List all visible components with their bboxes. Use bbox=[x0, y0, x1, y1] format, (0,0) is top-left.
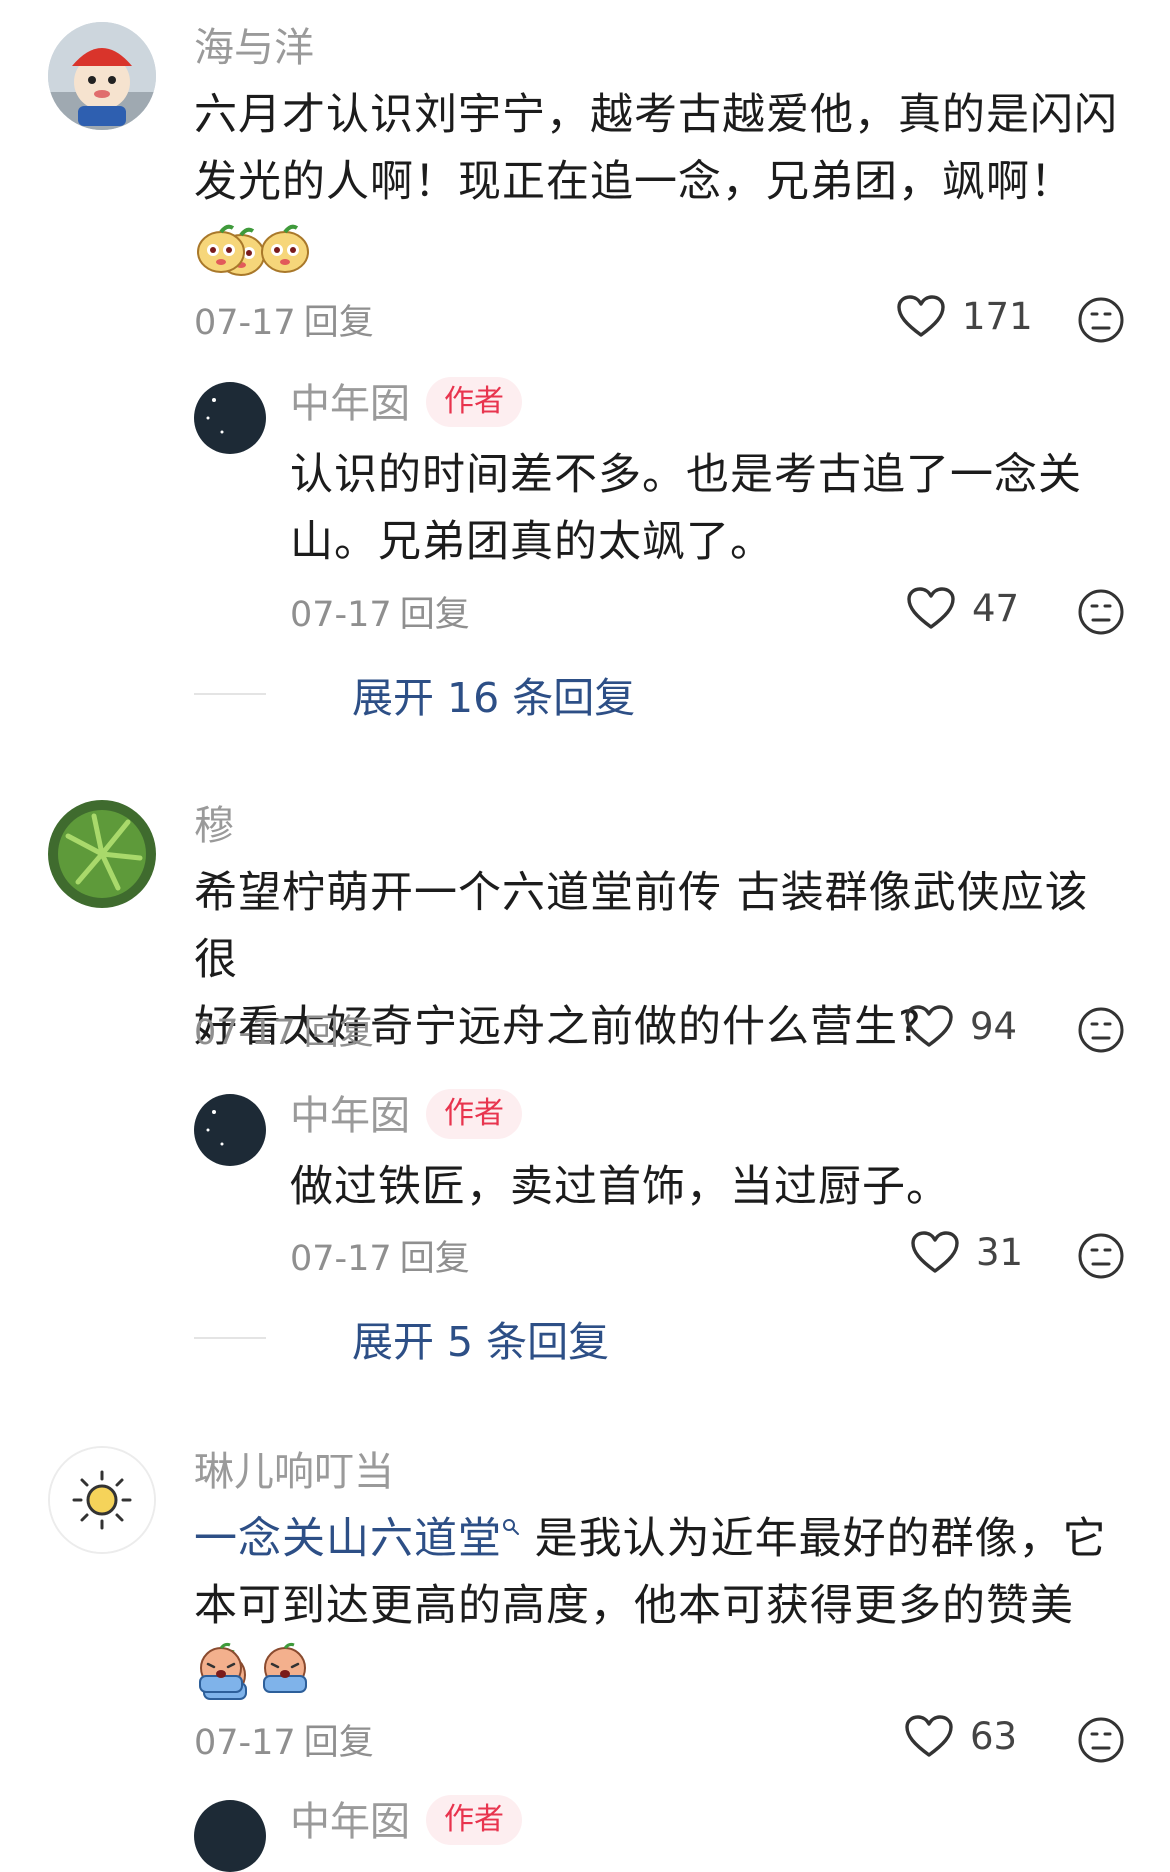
avatar[interactable] bbox=[194, 1094, 266, 1166]
comment-text-line-content: 本可到达更高的高度，他本可获得更多的赞美 bbox=[194, 1581, 1074, 1631]
avatar[interactable] bbox=[48, 1446, 156, 1554]
avatar[interactable] bbox=[48, 22, 156, 130]
emoji-row bbox=[194, 1642, 316, 1696]
reply-date: 07-17 bbox=[290, 595, 392, 635]
divider bbox=[194, 1337, 266, 1339]
author-badge: 作者 bbox=[426, 377, 522, 427]
reply-author-name-text[interactable]: 中年囡 bbox=[290, 381, 410, 427]
reply-button[interactable]: 回复 bbox=[304, 1013, 374, 1053]
comment-date: 07-17 bbox=[194, 1013, 296, 1053]
reply-date: 07-17 bbox=[290, 1239, 392, 1279]
reply-text: 认识的时间差不多。也是考古追了一念关 山。兄弟团真的太飒了。 bbox=[290, 442, 1120, 576]
comment-text-line: 六月才认识刘宇宁，越考古越爱他，真的是闪闪 bbox=[194, 90, 1118, 140]
comment-meta: 07-17 回复 bbox=[194, 1004, 374, 1055]
author-badge: 作者 bbox=[426, 1089, 522, 1139]
comment-author-name[interactable]: 穆 bbox=[194, 802, 234, 850]
expand-replies-label: 展开 16 条回复 bbox=[352, 674, 636, 722]
like-button[interactable]: 31 bbox=[910, 1230, 1023, 1274]
like-count: 94 bbox=[970, 1004, 1018, 1048]
comment-text: 一念关山六道堂 是我认为近年最好的群像，它 本可到达更高的高度，他本可获得更多的… bbox=[194, 1506, 1124, 1707]
avatar[interactable] bbox=[48, 800, 156, 908]
crying-emoji-icon bbox=[263, 1642, 307, 1693]
emoji-row bbox=[194, 222, 316, 276]
expand-replies-button[interactable]: 展开 16 条回复 bbox=[194, 664, 635, 724]
like-count: 47 bbox=[972, 586, 1020, 630]
dislike-face-icon[interactable] bbox=[1077, 296, 1125, 344]
dislike-face-icon[interactable] bbox=[1077, 588, 1125, 636]
dislike-face-icon[interactable] bbox=[1077, 1716, 1125, 1764]
comment-text: 六月才认识刘宇宁，越考古越爱他，真的是闪闪 发光的人啊！现正在追一念，兄弟团，飒… bbox=[194, 82, 1124, 283]
heart-icon bbox=[897, 295, 945, 337]
melon-emoji-icon bbox=[261, 224, 309, 273]
like-count: 171 bbox=[962, 294, 1033, 338]
comment-text-line-content: 发光的人啊！现正在追一念，兄弟团，飒啊！ bbox=[194, 157, 1074, 207]
comment-author-name[interactable]: 琳儿响叮当 bbox=[194, 1448, 394, 1496]
comment-date: 07-17 bbox=[194, 1723, 296, 1763]
reply-text-line: 山。兄弟团真的太飒了。 bbox=[290, 517, 774, 567]
topic-link[interactable]: 一念关山六道堂 bbox=[194, 1514, 502, 1564]
heart-icon bbox=[911, 1231, 959, 1273]
comment-meta: 07-17 回复 bbox=[194, 294, 374, 345]
reply-button[interactable]: 回复 bbox=[400, 1239, 470, 1279]
reply-button[interactable]: 回复 bbox=[304, 303, 374, 343]
comment-text-line: 一念关山六道堂 是我认为近年最好的群像，它 bbox=[194, 1506, 1124, 1573]
like-count: 31 bbox=[976, 1230, 1024, 1274]
reply-meta: 07-17 回复 bbox=[290, 586, 470, 637]
comment-date: 07-17 bbox=[194, 303, 296, 343]
reply-meta: 07-17 回复 bbox=[290, 1230, 470, 1281]
comment-text-line: 本可到达更高的高度，他本可获得更多的赞美 bbox=[194, 1573, 1124, 1707]
avatar[interactable] bbox=[194, 1800, 266, 1872]
avatar[interactable] bbox=[194, 382, 266, 454]
reply-author-name: 中年囡 作者 bbox=[290, 377, 522, 431]
reply-author-name: 中年囡 作者 bbox=[290, 1089, 522, 1143]
dislike-face-icon[interactable] bbox=[1077, 1232, 1125, 1280]
divider bbox=[194, 693, 266, 695]
like-count: 63 bbox=[970, 1714, 1018, 1758]
heart-icon bbox=[905, 1005, 953, 1047]
comment-text-rest: 是我认为近年最好的群像，它 bbox=[520, 1514, 1107, 1564]
melon-emoji-icon bbox=[197, 224, 245, 273]
like-button[interactable]: 47 bbox=[906, 586, 1019, 630]
like-button[interactable]: 63 bbox=[904, 1714, 1017, 1758]
expand-replies-button[interactable]: 展开 5 条回复 bbox=[194, 1308, 609, 1368]
author-badge: 作者 bbox=[426, 1795, 522, 1845]
heart-icon bbox=[907, 587, 955, 629]
comment-author-name[interactable]: 海与洋 bbox=[194, 24, 314, 72]
reply-text-line: 认识的时间差不多。也是考古追了一念关 bbox=[290, 450, 1082, 500]
like-button[interactable]: 94 bbox=[904, 1004, 1017, 1048]
reply-button[interactable]: 回复 bbox=[400, 595, 470, 635]
reply-button[interactable]: 回复 bbox=[304, 1723, 374, 1763]
search-icon[interactable] bbox=[502, 1518, 520, 1536]
like-button[interactable]: 171 bbox=[896, 294, 1033, 338]
reply-text: 做过铁匠，卖过首饰，当过厨子。 bbox=[290, 1154, 1120, 1221]
reply-text-line: 做过铁匠，卖过首饰，当过厨子。 bbox=[290, 1162, 950, 1212]
reply-author-name-text[interactable]: 中年囡 bbox=[290, 1799, 410, 1845]
dislike-face-icon[interactable] bbox=[1077, 1006, 1125, 1054]
expand-replies-label: 展开 5 条回复 bbox=[352, 1318, 610, 1366]
heart-icon bbox=[905, 1715, 953, 1757]
comment-text-line: 发光的人啊！现正在追一念，兄弟团，飒啊！ bbox=[194, 149, 1124, 283]
crying-emoji-icon bbox=[199, 1642, 243, 1693]
comment-text-line: 希望柠萌开一个六道堂前传 古装群像武侠应该很 bbox=[194, 868, 1089, 985]
comment-meta: 07-17 回复 bbox=[194, 1714, 374, 1765]
reply-author-name-text[interactable]: 中年囡 bbox=[290, 1093, 410, 1139]
